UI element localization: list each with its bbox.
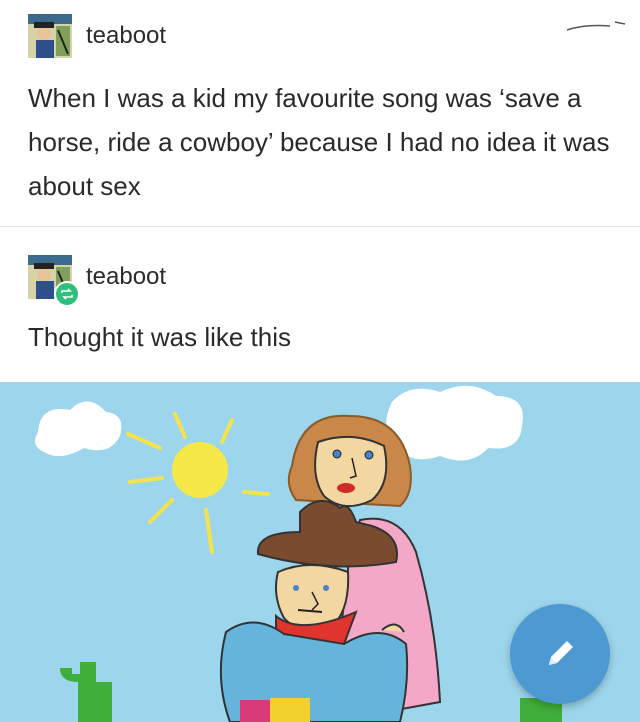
username[interactable]: teaboot [86, 263, 166, 291]
post-reblog: teaboot Thought it was like this [0, 227, 640, 382]
pencil-icon [549, 641, 573, 665]
post-text: When I was a kid my favourite song was ‘… [28, 83, 610, 201]
post-text: Thought it was like this [28, 322, 292, 352]
compose-button[interactable] [510, 604, 610, 704]
reblog-icon [54, 281, 80, 307]
post-header: teaboot [28, 255, 166, 307]
post-header: teaboot [28, 14, 166, 58]
username[interactable]: teaboot [86, 22, 166, 50]
comic-avatar-icon[interactable] [28, 14, 72, 58]
comic-avatar-icon[interactable] [28, 255, 80, 307]
post-original: teaboot When I was a kid my favourite so… [0, 0, 640, 226]
